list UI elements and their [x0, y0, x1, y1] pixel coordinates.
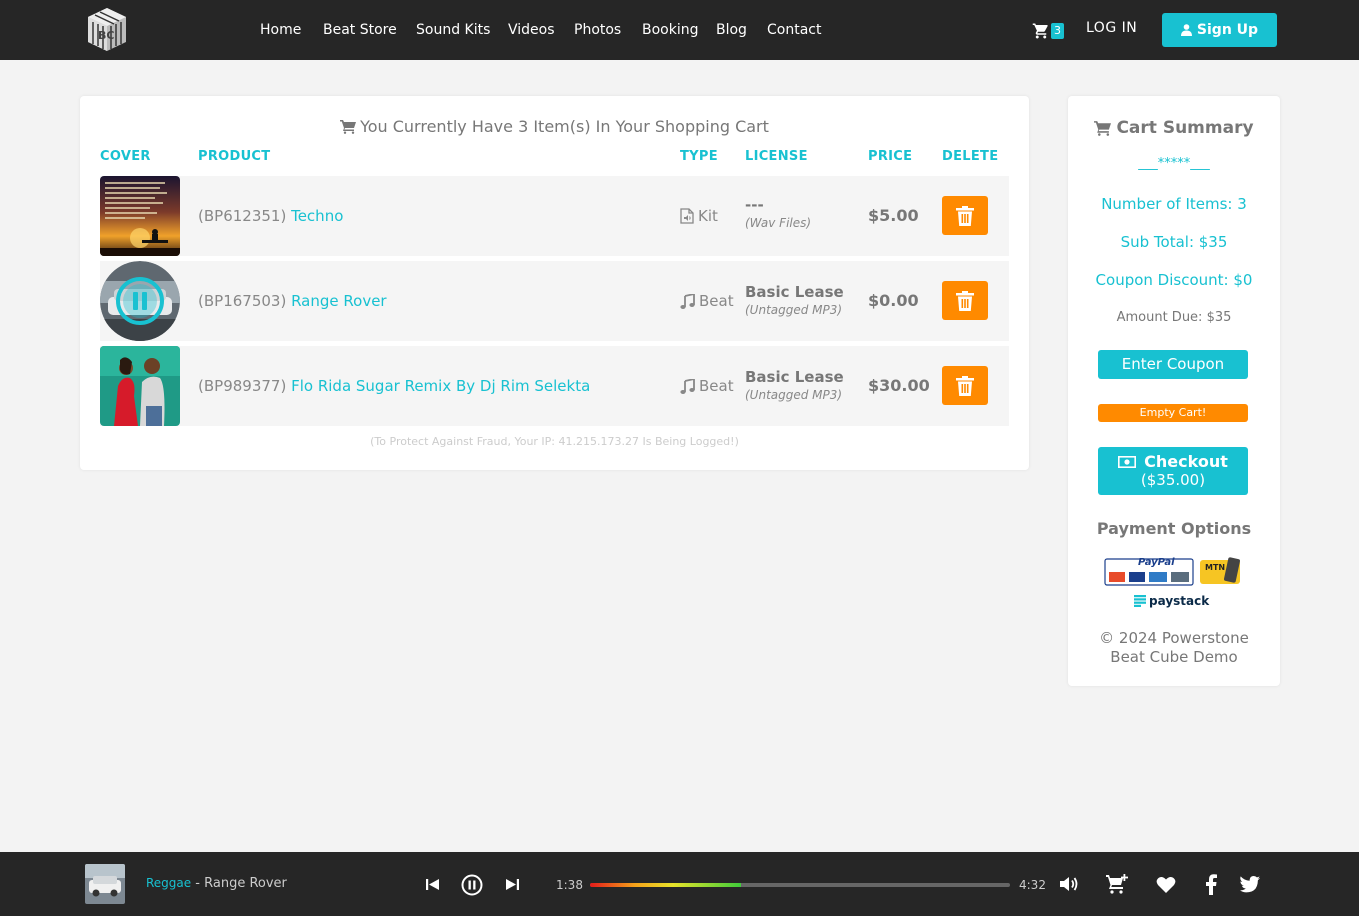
- player-track-title: Range Rover: [204, 876, 287, 891]
- cart-icon: [1032, 23, 1048, 39]
- cart-row: (BP167503) Range Rover Beat Basic Lease …: [100, 261, 1009, 341]
- trash-icon: [956, 375, 974, 396]
- checkout-button[interactable]: Checkout ($35.00): [1098, 447, 1248, 495]
- license-info: Basic Lease (Untagged MP3): [745, 283, 844, 317]
- payment-logos: PayPal MTN paystack: [1104, 556, 1244, 608]
- shopping-cart-panel: You Currently Have 3 Item(s) In Your Sho…: [80, 96, 1029, 470]
- delete-item-button[interactable]: [942, 196, 988, 235]
- signup-button[interactable]: Sign Up: [1162, 13, 1277, 47]
- product-price: $0.00: [868, 291, 919, 310]
- svg-text:BC: BC: [98, 29, 114, 42]
- summary-divider: ___*****___: [1138, 156, 1210, 171]
- col-price: PRICE: [868, 149, 913, 164]
- summary-title: Cart Summary: [1068, 118, 1280, 138]
- paystack-logo: paystack: [1134, 594, 1209, 608]
- nav-contact[interactable]: Contact: [767, 20, 821, 40]
- fraud-notice: (To Protect Against Fraud, Your IP: 41.2…: [370, 435, 739, 448]
- player-track-info: Reggae - Range Rover: [146, 876, 287, 891]
- cart-summary-panel: Cart Summary ___*****___ Number of Items…: [1068, 96, 1280, 686]
- nav-beat-store[interactable]: Beat Store: [323, 20, 397, 40]
- product-link-flo-rida[interactable]: Flo Rida Sugar Remix By Dj Rim Selekta: [291, 377, 590, 395]
- product-price: $5.00: [868, 206, 919, 225]
- player-genre-link[interactable]: Reggae: [146, 876, 191, 890]
- summary-amount-due: Amount Due: $35: [1116, 310, 1232, 325]
- trash-icon: [956, 205, 974, 226]
- cart-title: You Currently Have 3 Item(s) In Your Sho…: [80, 117, 1029, 136]
- delete-item-button[interactable]: [942, 281, 988, 320]
- skip-forward-icon[interactable]: [505, 877, 520, 892]
- license-info: Basic Lease (Untagged MP3): [745, 368, 844, 402]
- mtn-logo: MTN: [1205, 563, 1226, 572]
- summary-coupon-discount: Coupon Discount: $0: [1095, 271, 1253, 289]
- file-audio-icon: [680, 208, 694, 224]
- product-name: (BP989377) Flo Rida Sugar Remix By Dj Ri…: [198, 377, 591, 395]
- trash-icon: [956, 290, 974, 311]
- copyright-text: © 2024 Powerstone Beat Cube Demo: [1099, 629, 1249, 666]
- facebook-icon[interactable]: [1205, 874, 1217, 895]
- payment-options-title: Payment Options: [1096, 519, 1252, 538]
- cover-image-techno[interactable]: [100, 176, 180, 256]
- cart-row: (BP612351) Techno Kit --- (Wav Files) $5…: [100, 176, 1009, 256]
- summary-items-count: Number of Items: 3: [1101, 195, 1247, 213]
- cart-count-badge: 3: [1051, 23, 1064, 39]
- enter-coupon-button[interactable]: Enter Coupon: [1098, 350, 1248, 379]
- nav-photos[interactable]: Photos: [574, 20, 621, 40]
- music-note-icon: [680, 293, 695, 309]
- player-duration: 4:32: [1019, 878, 1046, 892]
- player-progress-bar[interactable]: [590, 883, 1010, 887]
- paypal-logo: PayPal: [1138, 557, 1175, 568]
- product-type: Beat: [680, 292, 734, 310]
- license-info: --- (Wav Files): [745, 196, 812, 230]
- cover-image-flo-rida[interactable]: [100, 346, 180, 426]
- user-icon: [1180, 24, 1192, 36]
- product-type: Kit: [680, 207, 718, 225]
- product-link-techno[interactable]: Techno: [291, 207, 343, 225]
- volume-icon[interactable]: [1059, 874, 1079, 894]
- add-to-cart-icon[interactable]: [1106, 874, 1128, 894]
- audio-player-bar: Reggae - Range Rover 1:38 4:32: [0, 852, 1359, 916]
- col-license: LICENSE: [745, 149, 808, 164]
- nav-booking[interactable]: Booking: [642, 20, 699, 40]
- empty-cart-button[interactable]: Empty Cart!: [1098, 404, 1248, 422]
- money-icon: [1118, 456, 1137, 468]
- product-price: $30.00: [868, 376, 930, 395]
- player-cover-thumb[interactable]: [85, 864, 125, 904]
- heart-icon[interactable]: [1156, 876, 1176, 894]
- skip-back-icon[interactable]: [425, 877, 440, 892]
- delete-item-button[interactable]: [942, 366, 988, 405]
- nav-cart-button[interactable]: 3: [1032, 21, 1066, 41]
- cart-row: (BP989377) Flo Rida Sugar Remix By Dj Ri…: [100, 346, 1009, 426]
- product-name: (BP612351) Techno: [198, 207, 344, 225]
- cover-image-range-rover[interactable]: [100, 261, 180, 341]
- player-progress-fill: [590, 883, 742, 887]
- col-type: TYPE: [680, 149, 718, 164]
- product-name: (BP167503) Range Rover: [198, 292, 387, 310]
- top-navbar: BC Home Beat Store Sound Kits Videos Pho…: [0, 0, 1359, 60]
- cart-icon: [340, 119, 357, 134]
- nav-blog[interactable]: Blog: [716, 20, 747, 40]
- product-link-range-rover[interactable]: Range Rover: [291, 292, 387, 310]
- music-note-icon: [680, 378, 695, 394]
- nav-home[interactable]: Home: [260, 20, 301, 40]
- paystack-icon: [1134, 595, 1146, 607]
- nav-sound-kits[interactable]: Sound Kits: [416, 20, 490, 40]
- site-logo[interactable]: BC: [86, 6, 128, 53]
- player-elapsed-time: 1:38: [556, 878, 583, 892]
- signup-label: Sign Up: [1196, 22, 1259, 38]
- cart-icon: [1094, 120, 1112, 136]
- col-delete: DELETE: [942, 149, 999, 164]
- twitter-icon[interactable]: [1240, 876, 1260, 893]
- summary-subtotal: Sub Total: $35: [1120, 233, 1228, 251]
- login-link[interactable]: LOG IN: [1086, 20, 1137, 36]
- col-cover: COVER: [100, 149, 151, 164]
- nav-videos[interactable]: Videos: [508, 20, 555, 40]
- product-type: Beat: [680, 377, 734, 395]
- col-product: PRODUCT: [198, 149, 271, 164]
- pause-icon[interactable]: [461, 874, 483, 896]
